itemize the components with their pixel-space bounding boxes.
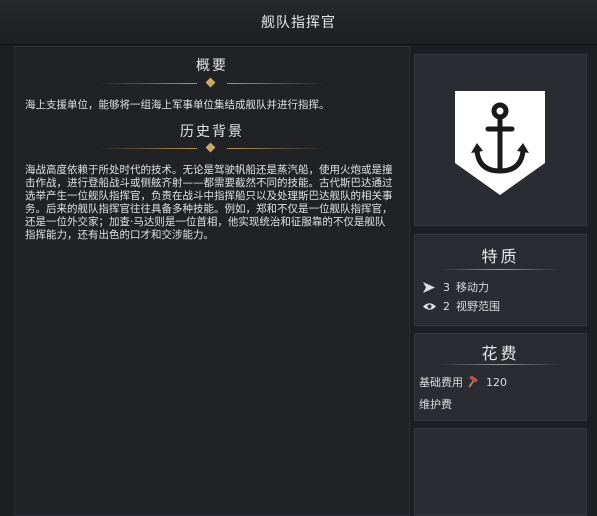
base-cost-label: 基础费用 (419, 376, 463, 389)
history-heading-label: 历史背景 (180, 124, 244, 140)
cost-card: 花费 基础费用 120 维护费 (414, 333, 587, 421)
hammer-icon (466, 376, 480, 388)
base-cost-row: 基础费用 120 (419, 374, 507, 390)
history-text: 海战高度依赖于所处时代的技术。无论是驾驶帆船还是蒸汽船，使用火炮或是撞击作战，进… (25, 164, 393, 241)
overview-heading-label: 概要 (196, 58, 228, 74)
overview-divider (97, 77, 327, 89)
base-cost-value: 120 (486, 375, 507, 389)
unit-emblem-card (414, 54, 587, 226)
traits-card: 特质 3 移动力 2 视野范围 (414, 234, 587, 326)
trait-sight: 2 视野范围 (423, 298, 500, 314)
history-heading: 历史背景 (15, 121, 409, 141)
movement-arrow-icon (423, 281, 437, 293)
eye-icon (423, 300, 437, 312)
cost-rule (440, 364, 560, 365)
traits-rule (440, 269, 560, 270)
trait-movement-label: 移动力 (456, 281, 489, 294)
upkeep-row: 维护费 (419, 396, 452, 412)
page-title: 舰队指挥官 (261, 15, 336, 31)
trait-movement-value: 3 (443, 280, 450, 294)
trait-sight-value: 2 (443, 299, 450, 313)
overview-heading: 概要 (15, 55, 409, 75)
history-divider (97, 142, 327, 154)
upkeep-label: 维护费 (419, 398, 452, 411)
overview-text: 海上支援单位，能够将一组海上军事单位集结成舰队并进行指挥。 (25, 99, 330, 111)
anchor-icon (455, 91, 545, 195)
trait-sight-label: 视野范围 (456, 300, 500, 313)
empty-card (414, 428, 587, 516)
description-panel: 概要 海上支援单位，能够将一组海上军事单位集结成舰队并进行指挥。 历史背景 海战… (14, 46, 410, 516)
top-bar: 舰队指挥官 (0, 0, 597, 45)
trait-movement: 3 移动力 (423, 279, 489, 295)
cost-heading: 花费 (481, 344, 520, 363)
traits-heading: 特质 (481, 247, 520, 266)
